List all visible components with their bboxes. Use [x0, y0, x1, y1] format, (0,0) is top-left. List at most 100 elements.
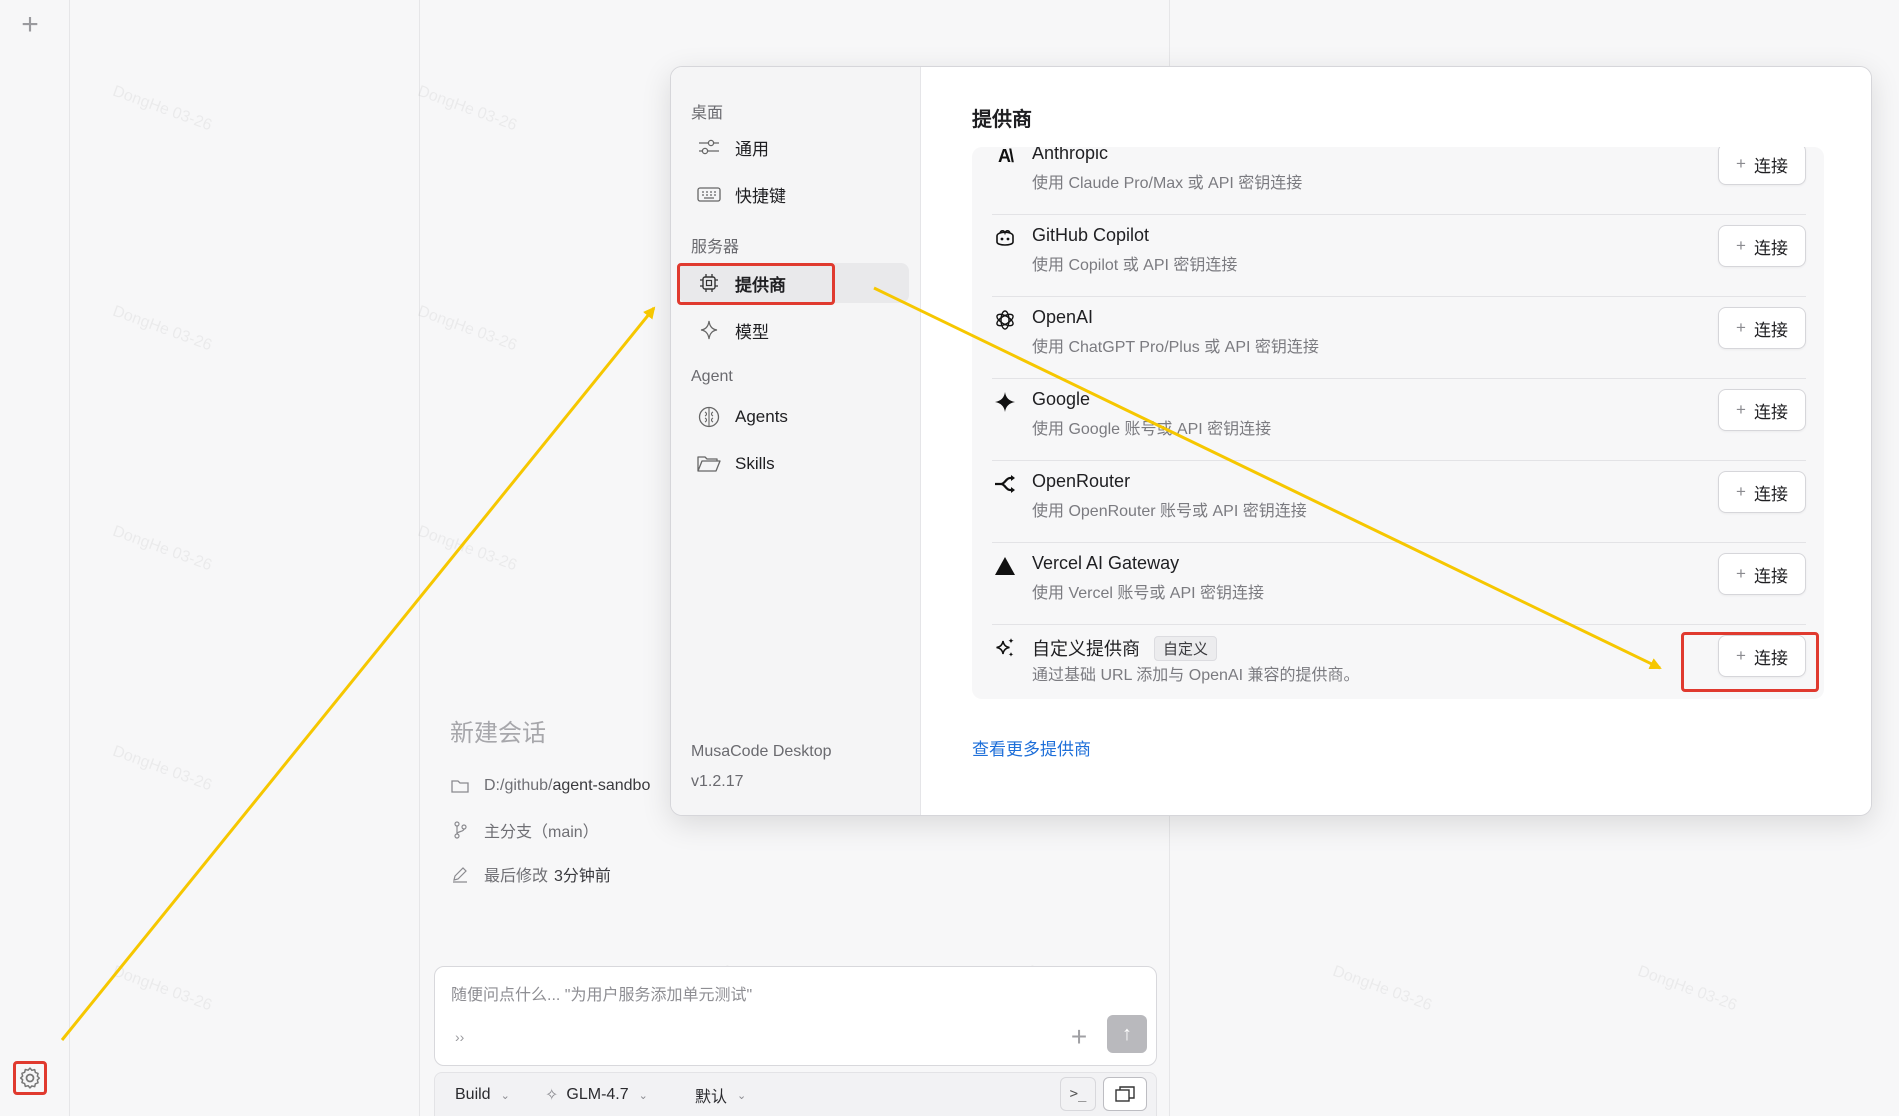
anthropic-icon: A\: [998, 147, 1014, 166]
section-title-desktop: 桌面: [691, 105, 724, 122]
attach-plus-icon[interactable]: +: [1065, 1023, 1093, 1051]
nav-item-agents[interactable]: Agents: [679, 397, 909, 437]
google-gemini-icon: [992, 389, 1018, 415]
session-branch-row: 主分支（main）: [450, 818, 599, 842]
provider-row-anthropic: A\ Anthropic 使用 Claude Pro/Max 或 API 密钥连…: [992, 147, 1806, 215]
model-select[interactable]: ✧ GLM-4.7 ⌄: [545, 1083, 648, 1107]
composer-placeholder[interactable]: 随便问点什么... "为用户服务添加单元测试": [451, 981, 752, 1005]
provider-desc: 使用 ChatGPT Pro/Plus 或 API 密钥连接: [1032, 339, 1319, 356]
git-branch-icon: [450, 820, 470, 840]
provider-desc: 通过基础 URL 添加与 OpenAI 兼容的提供商。: [1032, 667, 1360, 684]
variant-label: 默认: [695, 1089, 728, 1106]
plus-icon: +: [1736, 318, 1746, 337]
path-prefix: D:/github/: [484, 777, 553, 794]
section-title-server: 服务器: [691, 239, 740, 256]
section-title-agent: Agent: [691, 368, 733, 385]
openai-icon: [992, 307, 1018, 333]
provider-row-openrouter: OpenRouter 使用 OpenRouter 账号或 API 密钥连接 + 连…: [992, 461, 1806, 543]
provider-row-vercel: Vercel AI Gateway 使用 Vercel 账号或 API 密钥连接…: [992, 543, 1806, 625]
provider-name: 自定义提供商 自定义: [1032, 635, 1218, 661]
more-providers-link[interactable]: 查看更多提供商: [972, 735, 1091, 760]
settings-gear-button[interactable]: [13, 1061, 47, 1095]
terminal-button[interactable]: >_: [1060, 1077, 1096, 1111]
sparkle-icon: [697, 318, 721, 342]
provider-desc: 使用 OpenRouter 账号或 API 密钥连接: [1032, 503, 1307, 520]
gear-icon: [19, 1067, 41, 1089]
chevron-down-icon: ⌄: [737, 1089, 747, 1102]
left-rail: [0, 0, 70, 1116]
folder-icon: [697, 452, 721, 476]
nav-item-skills[interactable]: Skills: [679, 444, 909, 484]
vercel-icon: [992, 553, 1018, 579]
providers-highlight-box: [677, 263, 835, 305]
custom-sparkles-icon: [992, 635, 1018, 661]
session-modified-row: 最后修改 3分钟前: [450, 862, 611, 886]
plus-icon: +: [1736, 400, 1746, 419]
variant-select[interactable]: 默认 ⌄: [695, 1083, 746, 1107]
sliders-icon: [697, 135, 721, 159]
connect-button[interactable]: + 连接: [1718, 471, 1806, 513]
chevron-down-icon: ⌄: [500, 1089, 510, 1102]
mode-select[interactable]: Build ⌄: [455, 1083, 510, 1107]
window-toggle-button[interactable]: [1103, 1077, 1147, 1111]
provider-name: OpenAI: [1032, 307, 1094, 327]
chevron-down-icon: ⌄: [638, 1089, 648, 1102]
brain-icon: [697, 405, 721, 429]
pencil-icon: [450, 864, 470, 884]
session-path-row: D:/github/agent-sandbo: [450, 774, 650, 798]
provider-desc: 使用 Google 账号或 API 密钥连接: [1032, 421, 1272, 438]
plus-icon: +: [1736, 564, 1746, 583]
new-session-plus-icon[interactable]: +: [14, 10, 46, 42]
copilot-icon: [992, 225, 1018, 251]
providers-panel: 提供商 A\ Anthropic 使用 Claude Pro/Max 或 API…: [922, 67, 1871, 815]
provider-name: Anthropic: [1032, 147, 1109, 163]
nav-label: Agents: [735, 407, 788, 426]
app-name: MusaCode Desktop: [691, 743, 832, 760]
connect-button[interactable]: + 连接: [1718, 553, 1806, 595]
connect-button[interactable]: + 连接: [1718, 389, 1806, 431]
provider-name: Vercel AI Gateway: [1032, 553, 1180, 573]
nav-item-shortcuts[interactable]: 快捷键: [679, 174, 909, 214]
nav-label: 通用: [735, 139, 769, 159]
connect-button[interactable]: + 连接: [1718, 307, 1806, 349]
custom-connect-highlight-box: [1681, 632, 1819, 692]
provider-name: GitHub Copilot: [1032, 225, 1150, 245]
provider-desc: 使用 Copilot 或 API 密钥连接: [1032, 257, 1238, 274]
provider-list: A\ Anthropic 使用 Claude Pro/Max 或 API 密钥连…: [972, 147, 1824, 699]
branch-label: 主分支（main）: [484, 824, 599, 841]
plus-icon: +: [1736, 154, 1746, 173]
openrouter-icon: [992, 471, 1018, 497]
mode-label: Build: [455, 1086, 491, 1103]
prompt-composer[interactable]: 随便问点什么... "为用户服务添加单元测试" ›› + ↑: [434, 966, 1157, 1066]
modified-label: 最后修改: [484, 868, 549, 885]
providers-heading: 提供商: [972, 109, 1032, 131]
plus-icon: +: [1736, 482, 1746, 501]
settings-dialog: 桌面 通用 快捷键 服务器 提供商 模型 Agent Agents Skills…: [670, 66, 1872, 816]
nav-label: 快捷键: [735, 186, 786, 206]
nav-label: Skills: [735, 454, 775, 473]
provider-row-google: Google 使用 Google 账号或 API 密钥连接 + 连接: [992, 379, 1806, 461]
connect-button[interactable]: + 连接: [1718, 147, 1806, 185]
path-name: agent-sandbo: [552, 777, 651, 794]
provider-row-github-copilot: GitHub Copilot 使用 Copilot 或 API 密钥连接 + 连接: [992, 215, 1806, 297]
provider-desc: 使用 Claude Pro/Max 或 API 密钥连接: [1032, 175, 1303, 192]
nav-item-models[interactable]: 模型: [679, 310, 909, 350]
send-button[interactable]: ↑: [1107, 1015, 1147, 1053]
composer-toolbar: Build ⌄ ✧ GLM-4.7 ⌄ 默认 ⌄ >_: [434, 1072, 1157, 1116]
windows-icon: [1115, 1086, 1135, 1102]
provider-name: OpenRouter: [1032, 471, 1131, 491]
app-version: v1.2.17: [691, 773, 744, 790]
plus-icon: +: [1736, 236, 1746, 255]
sparkle-icon: ✧: [545, 1087, 559, 1104]
model-label: GLM-4.7: [566, 1086, 629, 1103]
connect-button[interactable]: + 连接: [1718, 225, 1806, 267]
session-list-column: [70, 0, 420, 1116]
settings-sidebar: 桌面 通用 快捷键 服务器 提供商 模型 Agent Agents Skills…: [671, 67, 921, 815]
nav-item-general[interactable]: 通用: [679, 127, 909, 167]
provider-row-openai: OpenAI 使用 ChatGPT Pro/Plus 或 API 密钥连接 + 连…: [992, 297, 1806, 379]
provider-name: Google: [1032, 389, 1091, 409]
custom-tag: 自定义: [1154, 635, 1218, 661]
keyboard-icon: [697, 182, 721, 206]
provider-desc: 使用 Vercel 账号或 API 密钥连接: [1032, 585, 1265, 602]
session-title: 新建会话: [450, 720, 546, 747]
